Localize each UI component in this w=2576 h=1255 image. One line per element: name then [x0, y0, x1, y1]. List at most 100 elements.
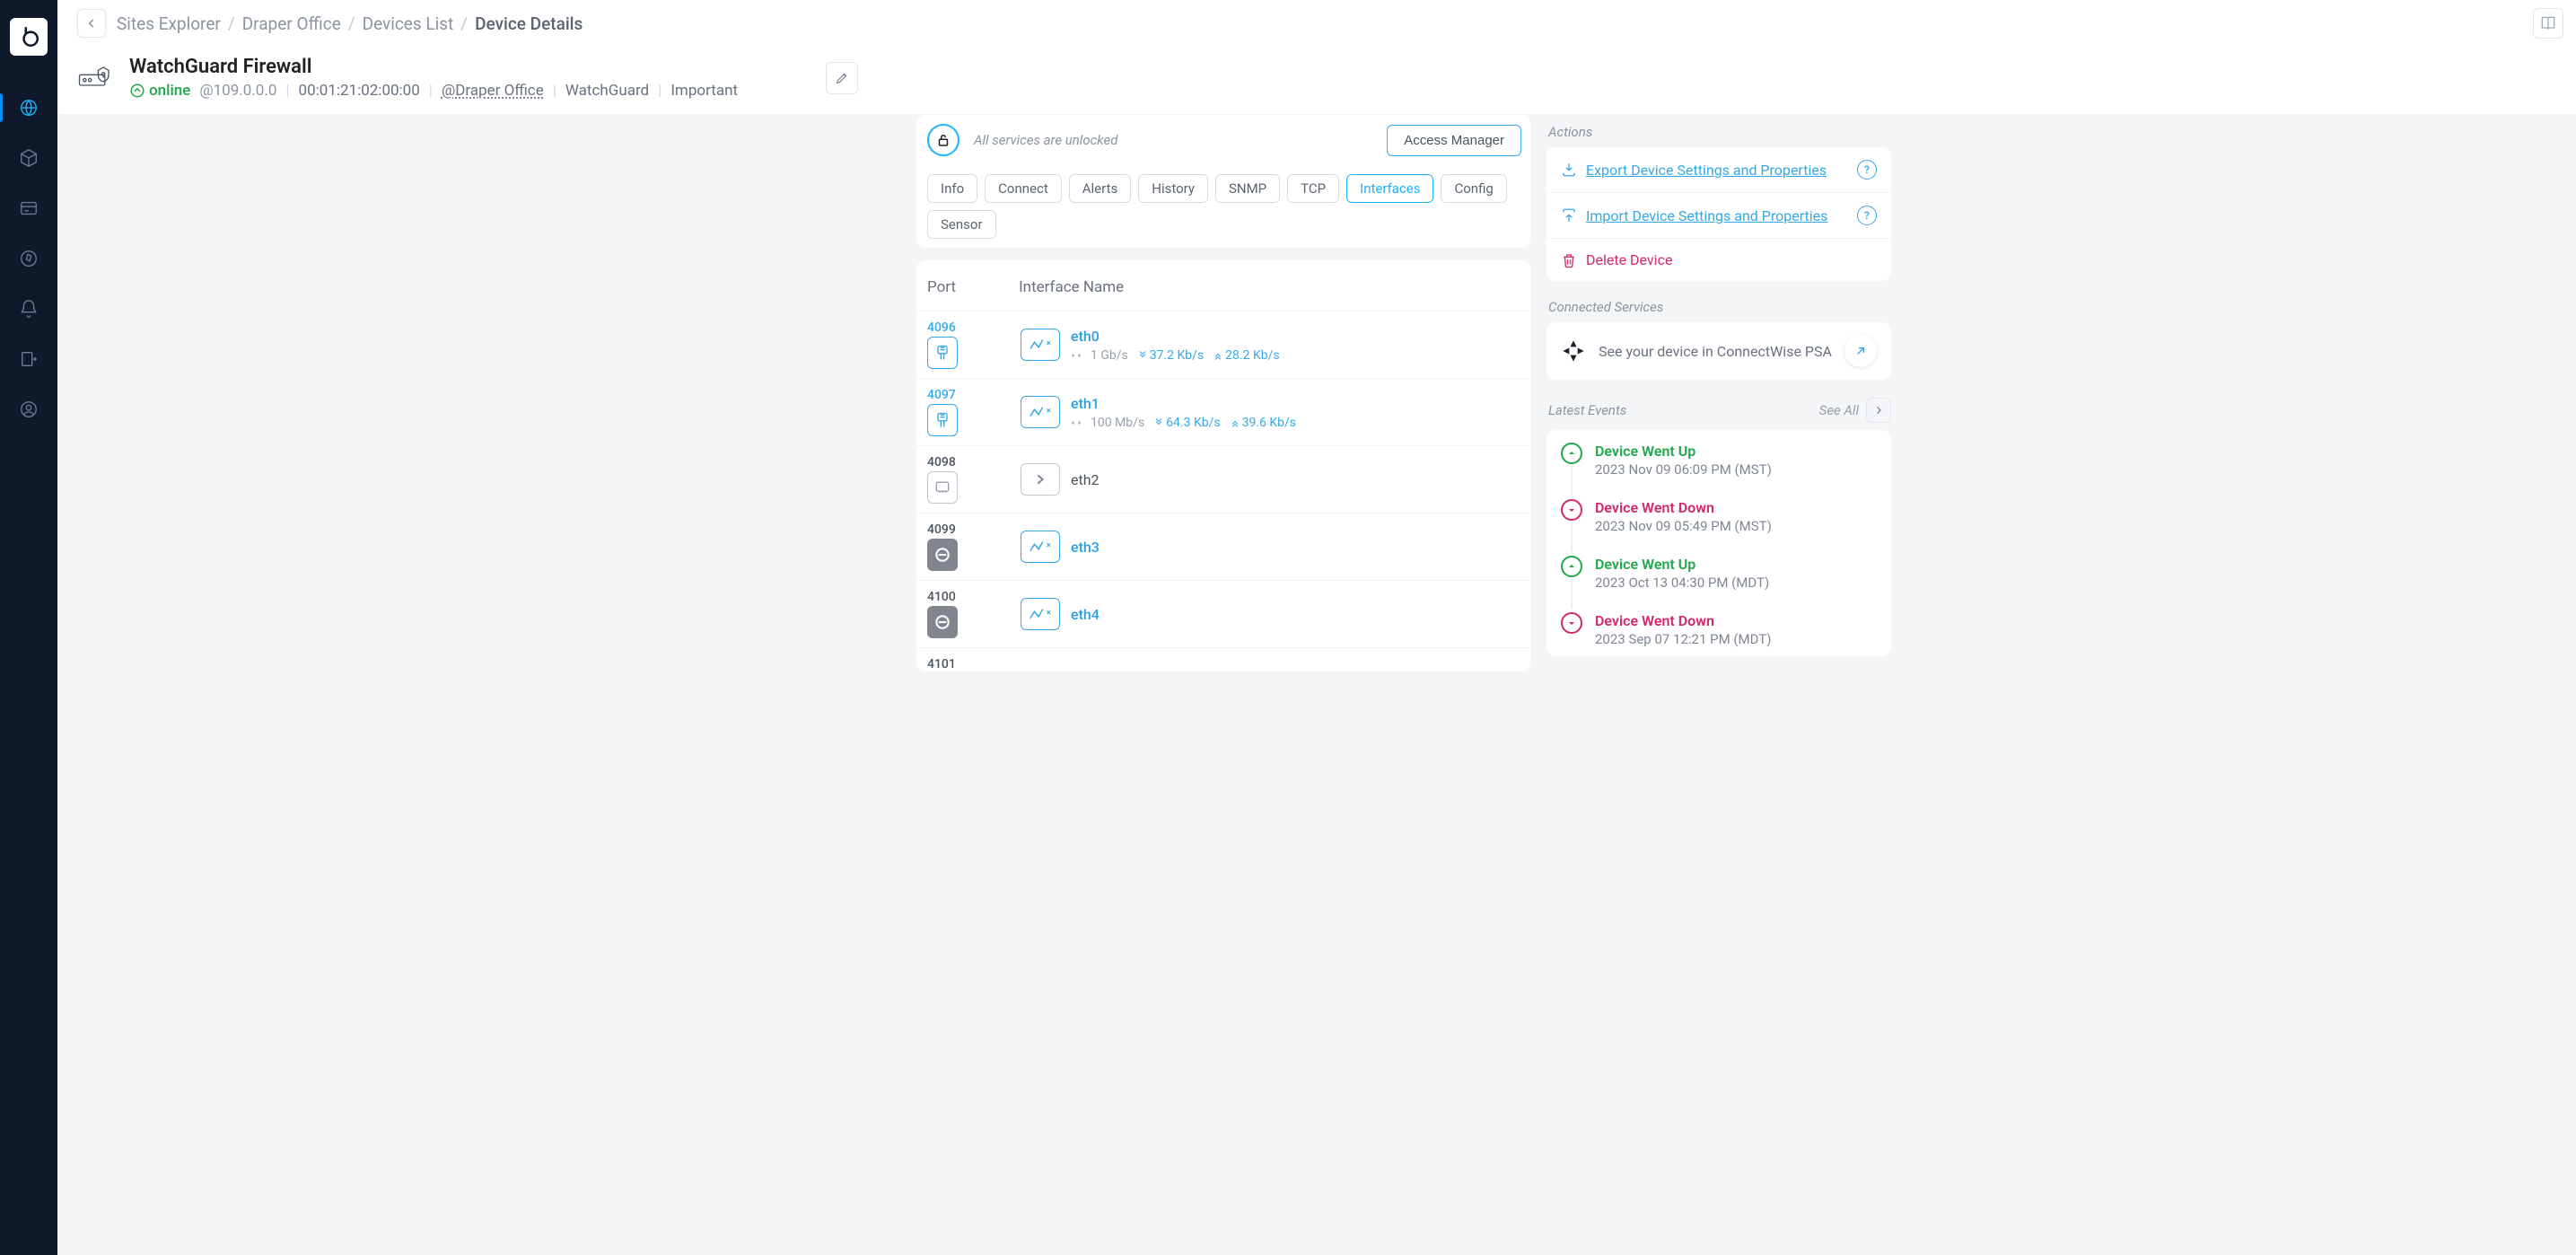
events-label: Latest Events — [1548, 402, 1626, 418]
device-ip: @109.0.0.0 — [199, 82, 276, 100]
page-title: WatchGuard Firewall — [129, 56, 738, 78]
device-vendor: WatchGuard — [565, 82, 649, 100]
interface-row[interactable]: 4100eth4 — [916, 580, 1530, 647]
nav-package-icon[interactable] — [0, 133, 57, 183]
interfaces-card: Port Interface Name 4096 eth0 1 Gb/s 37.2 … — [916, 260, 1530, 671]
breadcrumb-link[interactable]: Draper Office — [242, 13, 341, 34]
nav-user-icon[interactable] — [0, 384, 57, 434]
col-name: Interface Name — [1019, 278, 1124, 296]
back-button[interactable] — [77, 9, 106, 38]
port-disabled-icon — [927, 539, 958, 571]
port-number: 4100 — [927, 590, 956, 604]
interface-row[interactable]: 4097eth1100 Mb/s 64.3 Kb/s 39.6 Kb/s — [916, 378, 1530, 445]
interface-chart-button[interactable] — [1021, 531, 1060, 563]
open-external-button[interactable] — [1844, 335, 1877, 367]
nav-card-icon[interactable] — [0, 183, 57, 233]
event-time: 2023 Oct 13 04:30 PM (MDT) — [1595, 575, 1769, 591]
nav-bell-icon[interactable] — [0, 284, 57, 334]
port-number: 4098 — [927, 455, 956, 470]
port-active-icon — [927, 404, 958, 436]
event-row: Device Went Down 2023 Nov 09 05:49 PM (MS… — [1546, 487, 1891, 543]
interface-expand-button[interactable] — [1021, 463, 1060, 496]
side-panel: Actions Export Device Settings and Prope… — [1546, 115, 1891, 1237]
tab-alerts[interactable]: Alerts — [1069, 174, 1132, 203]
delete-link[interactable]: Delete Device — [1586, 251, 1672, 268]
tab-tcp[interactable]: TCP — [1287, 174, 1339, 203]
tab-snmp[interactable]: SNMP — [1215, 174, 1280, 203]
content-body: All services are unlocked Access Manager… — [57, 115, 2576, 1255]
event-up-icon — [1561, 556, 1582, 577]
tab-config[interactable]: Config — [1441, 174, 1506, 203]
event-title: Device Went Up — [1595, 443, 1772, 460]
edit-button[interactable] — [826, 62, 858, 94]
nav-globe-icon[interactable] — [0, 83, 57, 133]
interface-stats: 100 Mb/s 64.3 Kb/s 39.6 Kb/s — [1071, 416, 1296, 430]
connected-label: Connected Services — [1548, 299, 1891, 315]
delete-action[interactable]: Delete Device — [1546, 239, 1891, 281]
import-link[interactable]: Import Device Settings and Properties — [1586, 207, 1848, 224]
col-port: Port — [927, 278, 956, 296]
event-time: 2023 Nov 09 05:49 PM (MST) — [1595, 518, 1772, 534]
device-site-link[interactable]: Draper Office — [442, 82, 544, 100]
event-up-icon — [1561, 443, 1582, 464]
interface-chart-button[interactable] — [1021, 396, 1060, 428]
port-disabled-icon — [927, 606, 958, 638]
port-number: 4099 — [927, 522, 956, 537]
nav-compass-icon[interactable] — [0, 233, 57, 284]
device-importance: Important — [670, 82, 738, 100]
nav-rail — [0, 0, 57, 1255]
interface-chart-button[interactable] — [1021, 598, 1060, 630]
firewall-icon — [77, 58, 113, 98]
access-manager-button[interactable]: Access Manager — [1387, 125, 1521, 156]
interface-name: eth2 — [1071, 471, 1100, 488]
event-down-icon — [1561, 612, 1582, 634]
status-badge: online — [129, 82, 190, 100]
tab-history[interactable]: History — [1138, 174, 1208, 203]
interfaces-header: Port Interface Name — [916, 260, 1530, 311]
event-title: Device Went Up — [1595, 556, 1769, 573]
breadcrumb-link[interactable]: Sites Explorer — [117, 13, 221, 34]
connected-text: See your device in ConnectWise PSA — [1599, 343, 1832, 360]
port-empty-icon — [927, 471, 958, 504]
see-all-link[interactable]: See All — [1819, 402, 1859, 418]
events-next-button[interactable] — [1866, 398, 1891, 423]
unlock-icon — [927, 124, 959, 156]
port-active-icon — [927, 337, 958, 369]
tab-connect[interactable]: Connect — [985, 174, 1062, 203]
interface-row: 4101 — [916, 647, 1530, 671]
event-time: 2023 Sep 07 12:21 PM (MDT) — [1595, 631, 1771, 647]
interface-chart-button[interactable] — [1021, 329, 1060, 361]
tab-info[interactable]: Info — [927, 174, 977, 203]
device-mac: 00:01:21:02:00:00 — [299, 82, 420, 100]
tab-interfaces[interactable]: Interfaces — [1346, 174, 1433, 203]
interface-row[interactable]: 4099 eth3 — [916, 513, 1530, 580]
port-number: 4097 — [927, 388, 956, 402]
info-icon[interactable]: ? — [1857, 160, 1877, 180]
tab-sensor[interactable]: Sensor — [927, 210, 996, 239]
event-down-icon — [1561, 499, 1582, 521]
connected-service-card: See your device in ConnectWise PSA — [1546, 322, 1891, 380]
connectwise-icon — [1561, 338, 1586, 364]
device-meta: online @109.0.0.0 | 00:01:21:02:00:00 | … — [129, 82, 738, 100]
main-panel: All services are unlocked Access Manager… — [916, 115, 1530, 1237]
top-bar: Sites Explorer / Draper Office / Devices… — [57, 0, 2576, 47]
interface-row[interactable]: 4096 eth0 1 Gb/s 37.2 Kb/s 28.2 Kb/s — [916, 311, 1530, 378]
breadcrumb-link[interactable]: Devices List — [363, 13, 454, 34]
nav-export-icon[interactable] — [0, 334, 57, 384]
event-title: Device Went Down — [1595, 499, 1772, 516]
interface-name: eth0 — [1071, 328, 1280, 345]
interface-name: eth3 — [1071, 539, 1100, 556]
export-action[interactable]: Export Device Settings and Properties ? — [1546, 147, 1891, 193]
interface-row[interactable]: 4098 eth2 — [916, 445, 1530, 513]
app-logo — [10, 18, 48, 56]
services-lock-row: All services are unlocked Access Manager — [916, 115, 1530, 165]
tabs-row: Info ConnectAlertsHistorySNMPTCPInterface… — [916, 165, 1530, 248]
docs-button[interactable] — [2533, 8, 2563, 39]
port-number: 4096 — [927, 320, 956, 335]
info-icon[interactable]: ? — [1857, 206, 1877, 225]
breadcrumb-current: Device Details — [475, 13, 583, 34]
export-link[interactable]: Export Device Settings and Properties — [1586, 162, 1848, 179]
interface-stats: 1 Gb/s 37.2 Kb/s 28.2 Kb/s — [1071, 348, 1280, 363]
services-lock-text: All services are unlocked — [974, 132, 1372, 148]
import-action[interactable]: Import Device Settings and Properties ? — [1546, 193, 1891, 239]
